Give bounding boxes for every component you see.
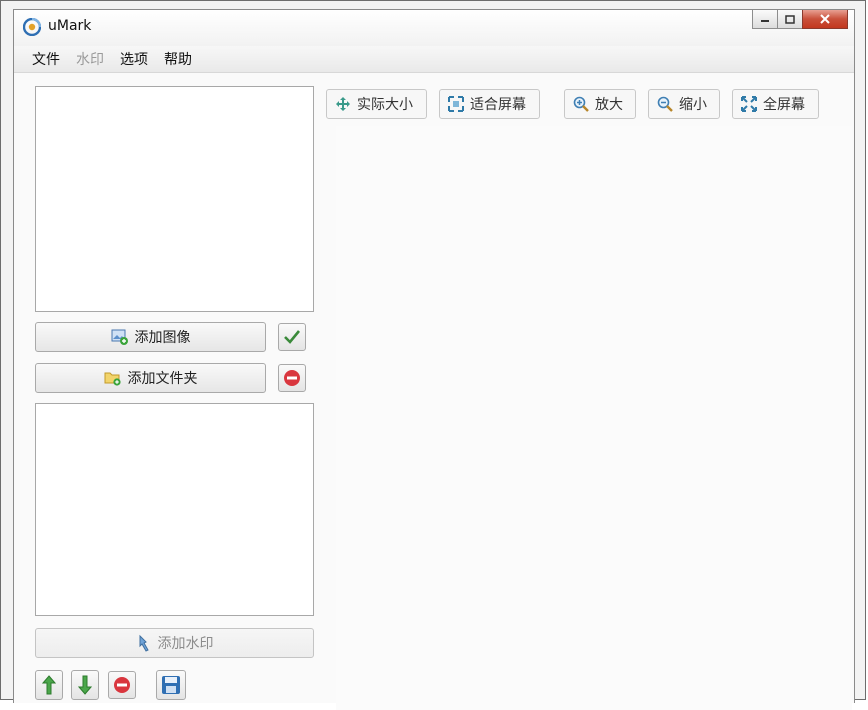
menu-file[interactable]: 文件 xyxy=(24,49,68,69)
maximize-icon xyxy=(785,14,795,24)
fit-screen-label: 适合屏幕 xyxy=(470,97,526,113)
add-image-label: 添加图像 xyxy=(134,330,191,346)
delete-watermark-button[interactable] xyxy=(108,671,136,699)
add-watermark-label: 添加水印 xyxy=(157,636,214,652)
minimize-icon xyxy=(761,20,769,22)
full-screen-icon xyxy=(741,96,757,112)
arrow-up-icon xyxy=(42,675,56,695)
full-screen-label: 全屏幕 xyxy=(763,97,805,113)
remove-icon xyxy=(284,370,300,386)
add-watermark-button[interactable]: 添加水印 xyxy=(35,628,314,658)
zoom-out-icon xyxy=(657,96,673,112)
full-screen-button[interactable]: 全屏幕 xyxy=(732,89,819,119)
menu-help[interactable]: 帮助 xyxy=(156,49,200,69)
move-down-button[interactable] xyxy=(71,670,99,700)
add-folder-button[interactable]: 添加文件夹 xyxy=(35,363,266,393)
menu-bar: 文件 水印 选项 帮助 xyxy=(14,46,854,73)
close-icon xyxy=(820,14,830,24)
zoom-out-label: 缩小 xyxy=(679,97,707,113)
watermark-pin-icon xyxy=(139,634,149,652)
remove-image-button[interactable] xyxy=(278,364,306,392)
window-controls xyxy=(752,10,848,30)
remove-icon xyxy=(114,677,130,693)
minimize-button[interactable] xyxy=(752,10,778,29)
menu-options[interactable]: 选项 xyxy=(112,49,156,69)
actual-size-button[interactable]: 实际大小 xyxy=(326,89,427,119)
title-bar[interactable]: uMark xyxy=(14,10,854,46)
checkmark-icon xyxy=(284,330,301,344)
add-folder-icon xyxy=(104,372,121,386)
maximize-button[interactable] xyxy=(777,10,803,29)
watermark-list[interactable] xyxy=(35,403,314,616)
arrow-down-icon xyxy=(78,675,92,695)
menu-watermark[interactable]: 水印 xyxy=(68,49,112,69)
move-up-button[interactable] xyxy=(35,670,63,700)
add-image-icon xyxy=(111,329,128,345)
fit-screen-icon xyxy=(448,96,464,112)
fit-screen-button[interactable]: 适合屏幕 xyxy=(439,89,540,119)
save-button[interactable] xyxy=(156,670,186,700)
umark-logo-icon xyxy=(22,17,42,37)
app-window: uMark 文件 水印 选项 帮助 添加图像 添加文件夹 添加水印 实际大小 适… xyxy=(0,0,866,710)
confirm-button[interactable] xyxy=(278,323,306,351)
zoom-in-button[interactable]: 放大 xyxy=(564,89,636,119)
window-title: uMark xyxy=(48,18,92,34)
close-button[interactable] xyxy=(802,10,848,29)
image-list[interactable] xyxy=(35,86,314,312)
save-disk-icon xyxy=(162,676,180,694)
image-preview-area[interactable] xyxy=(336,126,852,710)
add-folder-label: 添加文件夹 xyxy=(127,371,198,387)
window-body: uMark 文件 水印 选项 帮助 添加图像 添加文件夹 添加水印 实际大小 适… xyxy=(13,9,855,710)
actual-size-label: 实际大小 xyxy=(357,97,413,113)
zoom-in-label: 放大 xyxy=(595,97,623,113)
add-image-button[interactable]: 添加图像 xyxy=(35,322,266,352)
zoom-in-icon xyxy=(573,96,589,112)
actual-size-icon xyxy=(336,97,350,111)
zoom-out-button[interactable]: 缩小 xyxy=(648,89,720,119)
